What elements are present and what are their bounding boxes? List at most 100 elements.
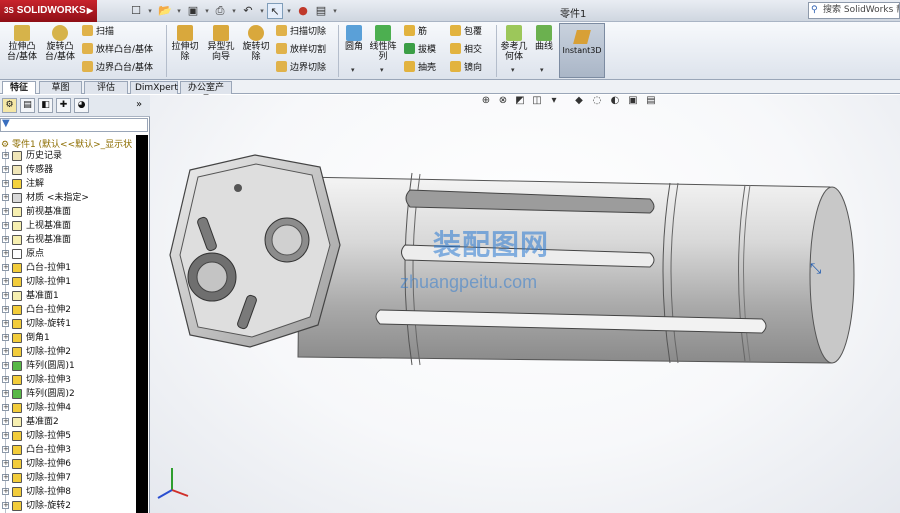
expand-toggle-icon[interactable]: + (2, 222, 9, 229)
tree-item[interactable]: + 右视基准面 (0, 233, 136, 247)
select-dropdown-icon[interactable]: ▾ (285, 3, 293, 19)
tree-item[interactable]: + 凸台-拉伸3 (0, 443, 136, 457)
mirror-button[interactable]: 镜向 (450, 61, 482, 75)
reference-geometry-dropdown-icon[interactable]: ▾ (511, 66, 515, 74)
tree-item[interactable]: + 切除-拉伸5 (0, 429, 136, 443)
linear-pattern-button[interactable]: 线性阵列 (368, 25, 398, 62)
expand-toggle-icon[interactable]: + (2, 460, 9, 467)
instant3d-button[interactable]: Instant3D (559, 23, 605, 78)
draft-button[interactable]: 拔模 (404, 43, 436, 57)
expand-toggle-icon[interactable]: + (2, 390, 9, 397)
part-model-view[interactable] (150, 95, 900, 513)
expand-toggle-icon[interactable]: + (2, 194, 9, 201)
print-dropdown-icon[interactable]: ▾ (230, 3, 238, 19)
tab-features[interactable]: 特征 (2, 81, 36, 94)
tree-item[interactable]: + 切除-拉伸3 (0, 373, 136, 387)
tree-item[interactable]: + 凸台-拉伸1 (0, 261, 136, 275)
tab-dimxpert[interactable]: DimXpert (130, 81, 178, 94)
hole-wizard-button[interactable]: 异型孔向导 (204, 25, 238, 62)
fillet-button[interactable]: 圆角 (342, 25, 366, 52)
revolve-boss-button[interactable]: 旋转凸台/基体 (42, 25, 78, 62)
expand-toggle-icon[interactable]: + (2, 166, 9, 173)
expand-toggle-icon[interactable]: + (2, 306, 9, 313)
options-dropdown-icon[interactable]: ▾ (331, 3, 339, 19)
tree-item[interactable]: + 倒角1 (0, 331, 136, 345)
expand-toggle-icon[interactable]: + (2, 320, 9, 327)
loft-button[interactable]: 放样凸台/基体 (82, 43, 153, 57)
expand-toggle-icon[interactable]: + (2, 292, 9, 299)
expand-toggle-icon[interactable]: + (2, 278, 9, 285)
lofted-cut-button[interactable]: 放样切割 (276, 43, 326, 57)
open-icon[interactable]: 📂 (157, 3, 173, 19)
display-manager-tab-icon[interactable]: ◕ (74, 98, 89, 113)
new-dropdown-icon[interactable]: ▾ (146, 3, 154, 19)
graphics-area[interactable]: ⊕ ⊗ ◩ ◫ ▾ ◆ ◌ ◐ ▣ ▤ 装配图网 zhuangpeitu.com… (150, 95, 900, 513)
shell-button[interactable]: 抽壳 (404, 61, 436, 75)
tree-item[interactable]: + 基准面2 (0, 415, 136, 429)
open-dropdown-icon[interactable]: ▾ (175, 3, 183, 19)
tree-item[interactable]: + 切除-拉伸1 (0, 275, 136, 289)
boundary-boss-button[interactable]: 边界凸台/基体 (82, 61, 153, 75)
configuration-manager-tab-icon[interactable]: ◧ (38, 98, 53, 113)
save-dropdown-icon[interactable]: ▾ (203, 3, 211, 19)
expand-toggle-icon[interactable]: + (2, 236, 9, 243)
tree-item[interactable]: + 注解 (0, 177, 136, 191)
print-icon[interactable]: ⎙ (212, 3, 228, 19)
expand-toggle-icon[interactable]: + (2, 446, 9, 453)
expand-toggle-icon[interactable]: + (2, 180, 9, 187)
tree-item[interactable]: + 凸台-拉伸2 (0, 303, 136, 317)
reference-geometry-button[interactable]: 参考几何体 (499, 25, 529, 62)
expand-toggle-icon[interactable]: + (2, 488, 9, 495)
tree-scrollbar[interactable] (136, 135, 148, 513)
boundary-cut-button[interactable]: 边界切除 (276, 61, 326, 75)
tree-item[interactable]: + 切除-旋转1 (0, 317, 136, 331)
tree-item[interactable]: + 传感器 (0, 163, 136, 177)
property-manager-tab-icon[interactable]: ▤ (20, 98, 35, 113)
tree-item[interactable]: + 基准面1 (0, 289, 136, 303)
expand-toggle-icon[interactable]: + (2, 502, 9, 509)
tree-item[interactable]: + 材质 <未指定> (0, 191, 136, 205)
tree-item[interactable]: + 阵列(圆周)1 (0, 359, 136, 373)
curves-dropdown-icon[interactable]: ▾ (540, 66, 544, 74)
tab-office-products[interactable]: 办公室产品 (180, 81, 232, 105)
intersect-button[interactable]: 相交 (450, 43, 482, 57)
sweep-button[interactable]: 扫描 (82, 25, 114, 39)
tab-sketch[interactable]: 草图 (39, 81, 82, 94)
tree-item[interactable]: + 历史记录 (0, 149, 136, 163)
undo-icon[interactable]: ↶ (240, 3, 256, 19)
feature-manager-tab-icon[interactable]: ⚙ (2, 98, 17, 113)
wrap-button[interactable]: 包覆 (450, 25, 482, 39)
expand-toggle-icon[interactable]: + (2, 264, 9, 271)
tree-item[interactable]: + 切除-拉伸2 (0, 345, 136, 359)
expand-toggle-icon[interactable]: + (2, 362, 9, 369)
tree-item[interactable]: + 切除-拉伸8 (0, 485, 136, 499)
revolve-cut-button[interactable]: 旋转切除 (240, 25, 272, 62)
expand-toggle-icon[interactable]: + (2, 348, 9, 355)
expand-toggle-icon[interactable]: + (2, 474, 9, 481)
dimxpert-manager-tab-icon[interactable]: ✚ (56, 98, 71, 113)
rebuild-icon[interactable]: ● (295, 3, 311, 19)
tree-item[interactable]: + 上视基准面 (0, 219, 136, 233)
tree-item[interactable]: + 阵列(圆周)2 (0, 387, 136, 401)
tree-item[interactable]: + 切除-拉伸4 (0, 401, 136, 415)
new-icon[interactable]: ☐ (128, 3, 144, 19)
expand-panel-icon[interactable]: » (136, 99, 142, 110)
tab-evaluate[interactable]: 评估 (84, 81, 128, 94)
save-icon[interactable]: ▣ (185, 3, 201, 19)
select-icon[interactable]: ↖ (267, 3, 283, 19)
undo-dropdown-icon[interactable]: ▾ (258, 3, 266, 19)
fillet-dropdown-icon[interactable]: ▾ (351, 66, 355, 74)
tree-item[interactable]: + 原点 (0, 247, 136, 261)
expand-toggle-icon[interactable]: + (2, 208, 9, 215)
expand-toggle-icon[interactable]: + (2, 432, 9, 439)
curves-button[interactable]: 曲线 (533, 25, 555, 52)
tree-item[interactable]: + 前视基准面 (0, 205, 136, 219)
solidworks-logo[interactable]: 3S SOLIDWORKS ▶ (0, 0, 97, 22)
linear-pattern-dropdown-icon[interactable]: ▾ (380, 66, 384, 74)
expand-toggle-icon[interactable]: + (2, 404, 9, 411)
expand-toggle-icon[interactable]: + (2, 152, 9, 159)
help-search-input[interactable]: ⚲搜索 SolidWorks 帮助 (808, 2, 900, 19)
expand-toggle-icon[interactable]: + (2, 418, 9, 425)
options-icon[interactable]: ▤ (313, 3, 329, 19)
extrude-boss-button[interactable]: 拉伸凸台/基体 (4, 25, 40, 62)
